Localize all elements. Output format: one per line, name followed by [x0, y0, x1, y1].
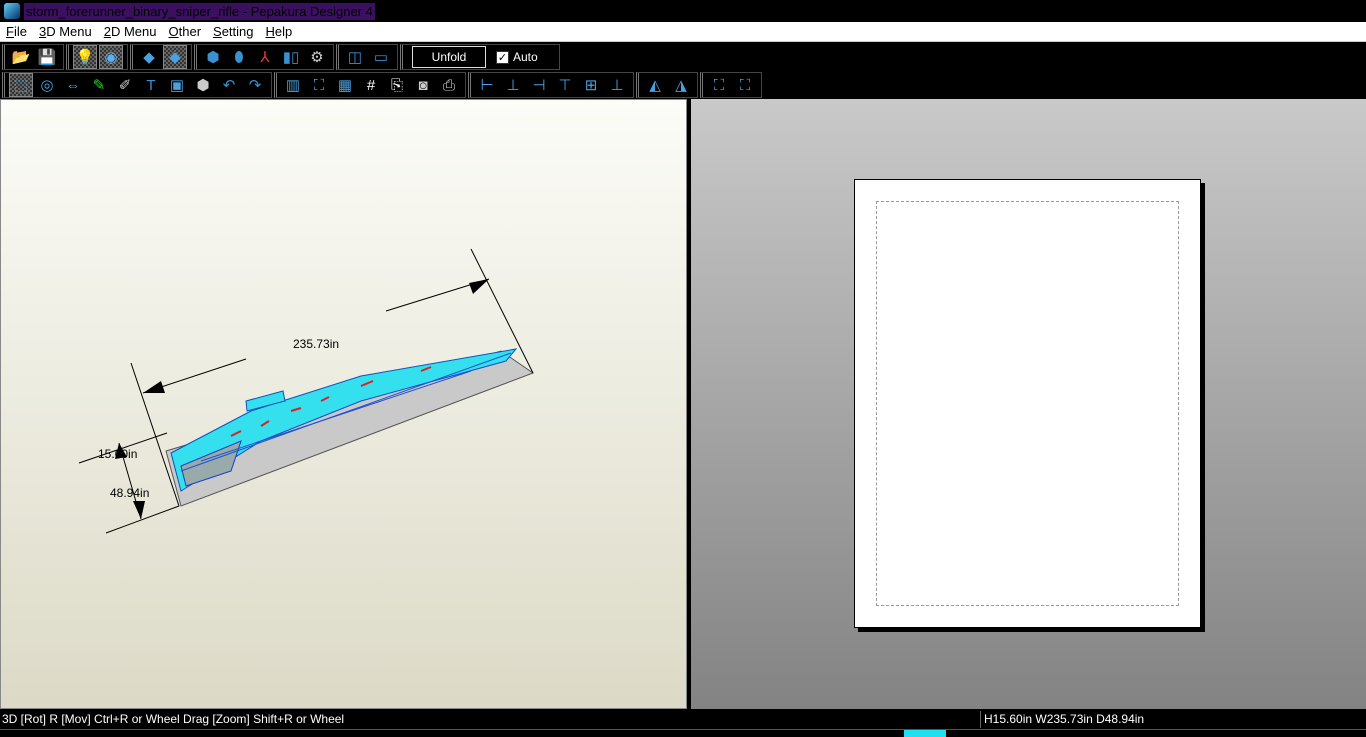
unfold-map-icon[interactable]: ▥: [282, 74, 304, 96]
main-toolbar: 📂 💾 💡 ◉ ◆ ◆ ⬢ ⬮ ⅄ ▮▯ ⚙ ◫ ▭ Unfold ✓ Auto: [0, 43, 560, 71]
settings-icon[interactable]: ⚙: [306, 46, 328, 68]
title-bar: storm_forerunner_binary_sniper_rifle - P…: [0, 0, 1366, 22]
toolbar-group: ⬚ ◎ ⇔ ✎ ✐ T ▣ ⬢ ↶ ↷: [2, 72, 272, 98]
image-icon[interactable]: ▣: [166, 74, 188, 96]
app-icon: [4, 3, 20, 19]
eraser-icon[interactable]: ✐: [114, 74, 136, 96]
texture-icon[interactable]: ◉: [99, 45, 123, 69]
toolbar-group: ▥ ⛶ ▦ # ⎘ ◙ ⎙: [274, 72, 466, 98]
3d-view[interactable]: 235.73in 15.60in 48.94in: [0, 99, 687, 709]
menu-accelerator: F: [6, 24, 14, 39]
menu-other[interactable]: Other: [163, 24, 208, 39]
menu-accelerator: S: [213, 24, 222, 39]
edge-icon[interactable]: ⬢: [202, 46, 224, 68]
single-view-icon[interactable]: ▭: [370, 46, 392, 68]
menu-accelerator: O: [168, 24, 179, 39]
model-canvas[interactable]: 235.73in 15.60in 48.94in: [1, 100, 688, 710]
status-hint: 3D [Rot] R [Mov] Ctrl+R or Wheel Drag [Z…: [2, 712, 345, 726]
width-dimension-label: 235.73in: [293, 337, 339, 351]
toolbar-group: 💡 ◉: [66, 44, 128, 70]
draw-line-icon[interactable]: ✎: [88, 74, 110, 96]
print-page: [854, 179, 1201, 628]
menu-accelerator: 2: [103, 24, 111, 39]
redo-icon[interactable]: ↷: [244, 74, 266, 96]
toolbar-group: ◫ ▭: [336, 44, 398, 70]
page-margin: [876, 201, 1179, 606]
menu-accelerator: H: [265, 24, 275, 39]
menu-label: ther: [178, 24, 202, 39]
align-middle-icon[interactable]: ⊞: [580, 74, 602, 96]
auto-label: Auto: [513, 50, 538, 64]
window-title: storm_forerunner_binary_sniper_rifle - P…: [24, 2, 375, 20]
rotate-select-icon[interactable]: ⬚: [9, 73, 33, 97]
fit-page-icon[interactable]: ⛶: [308, 74, 330, 96]
toolbar-group: ◭ ◮: [636, 72, 698, 98]
toolbar-group: ⊢ ⊥ ⊣ ⊤ ⊞ ⊥: [468, 72, 634, 98]
align-top-icon[interactable]: ⊤: [554, 74, 576, 96]
light-bulb-icon[interactable]: 💡: [73, 45, 97, 69]
taskbar: [0, 729, 1366, 737]
print-preview-icon[interactable]: ◙: [412, 74, 434, 96]
text-icon[interactable]: T: [140, 74, 162, 96]
toolbar-group: ⛶ ⛶: [700, 72, 762, 98]
menu-label: elp: [274, 24, 293, 39]
rifle-model[interactable]: [165, 348, 535, 507]
align-right-icon[interactable]: ⊣: [528, 74, 550, 96]
flip-vertical-icon[interactable]: ◮: [670, 74, 692, 96]
auto-checkbox[interactable]: ✓ Auto: [496, 50, 538, 64]
auto-checkbox-box[interactable]: ✓: [496, 50, 509, 64]
open-folder-icon[interactable]: 📂: [10, 46, 32, 68]
align-bottom-icon[interactable]: ⊥: [606, 74, 628, 96]
status-bar: 3D [Rot] R [Mov] Ctrl+R or Wheel Drag [Z…: [0, 711, 1366, 728]
menu-label: D Menu: [46, 24, 92, 39]
unfold-group: Unfold ✓ Auto: [400, 44, 560, 70]
model-size: H15.60in W235.73in D48.94in: [980, 711, 1366, 728]
zoom-fit-icon[interactable]: ⛶: [708, 74, 730, 96]
depth-dimension-label: 48.94in: [110, 486, 149, 500]
edit-toolbar: ⬚ ◎ ⇔ ✎ ✐ T ▣ ⬢ ↶ ↷ ▥ ⛶ ▦ # ⎘ ◙ ⎙ ⊢ ⊥ ⊣ ⊤ ⊞ ⊥ ◭ ◮ ⛶ ⛶: [0, 71, 762, 99]
menu-3d-menu[interactable]: 3D Menu: [33, 24, 98, 39]
menu-help[interactable]: Help: [260, 24, 299, 39]
save-icon[interactable]: 💾: [36, 46, 58, 68]
flip-horizontal-icon[interactable]: ◭: [644, 74, 666, 96]
undo-icon[interactable]: ↶: [218, 74, 240, 96]
menu-label: etting: [221, 24, 254, 39]
menu-2d-menu[interactable]: 2D Menu: [98, 24, 163, 39]
select-part-icon[interactable]: ◆: [163, 45, 187, 69]
export-icon[interactable]: ⎘: [386, 74, 408, 96]
toolbar-group: ◆ ◆: [130, 44, 192, 70]
move-part-icon[interactable]: ⇔: [62, 74, 84, 96]
height-dimension-label: 15.60in: [98, 447, 137, 461]
menu-bar: File 3D Menu 2D Menu Other Setting Help: [0, 22, 1366, 42]
2d-view[interactable]: [691, 99, 1366, 709]
cylinder-icon[interactable]: ⬮: [228, 46, 250, 68]
split-view-icon[interactable]: ◫: [344, 46, 366, 68]
align-center-icon[interactable]: ⊥: [502, 74, 524, 96]
align-left-icon[interactable]: ⊢: [476, 74, 498, 96]
menu-label: D Menu: [110, 24, 157, 39]
mirror-icon[interactable]: ▮▯: [280, 46, 302, 68]
unfold-button[interactable]: Unfold: [412, 46, 486, 68]
box-3d-icon[interactable]: ⬢: [192, 74, 214, 96]
toolbar-group: 📂 💾: [2, 44, 64, 70]
page-number-icon[interactable]: #: [360, 74, 382, 96]
menu-label: ile: [13, 24, 27, 39]
select-face-icon[interactable]: ◆: [138, 46, 160, 68]
menu-setting[interactable]: Setting: [207, 24, 259, 39]
menu-file[interactable]: File: [0, 24, 33, 39]
rotate-part-icon[interactable]: ◎: [36, 74, 58, 96]
toolbar-group: ⬢ ⬮ ⅄ ▮▯ ⚙: [194, 44, 334, 70]
print-icon[interactable]: ⎙: [438, 74, 460, 96]
grid-layout-icon[interactable]: ▦: [334, 74, 356, 96]
zoom-all-icon[interactable]: ⛶: [734, 74, 756, 96]
axes-icon[interactable]: ⅄: [254, 46, 276, 68]
